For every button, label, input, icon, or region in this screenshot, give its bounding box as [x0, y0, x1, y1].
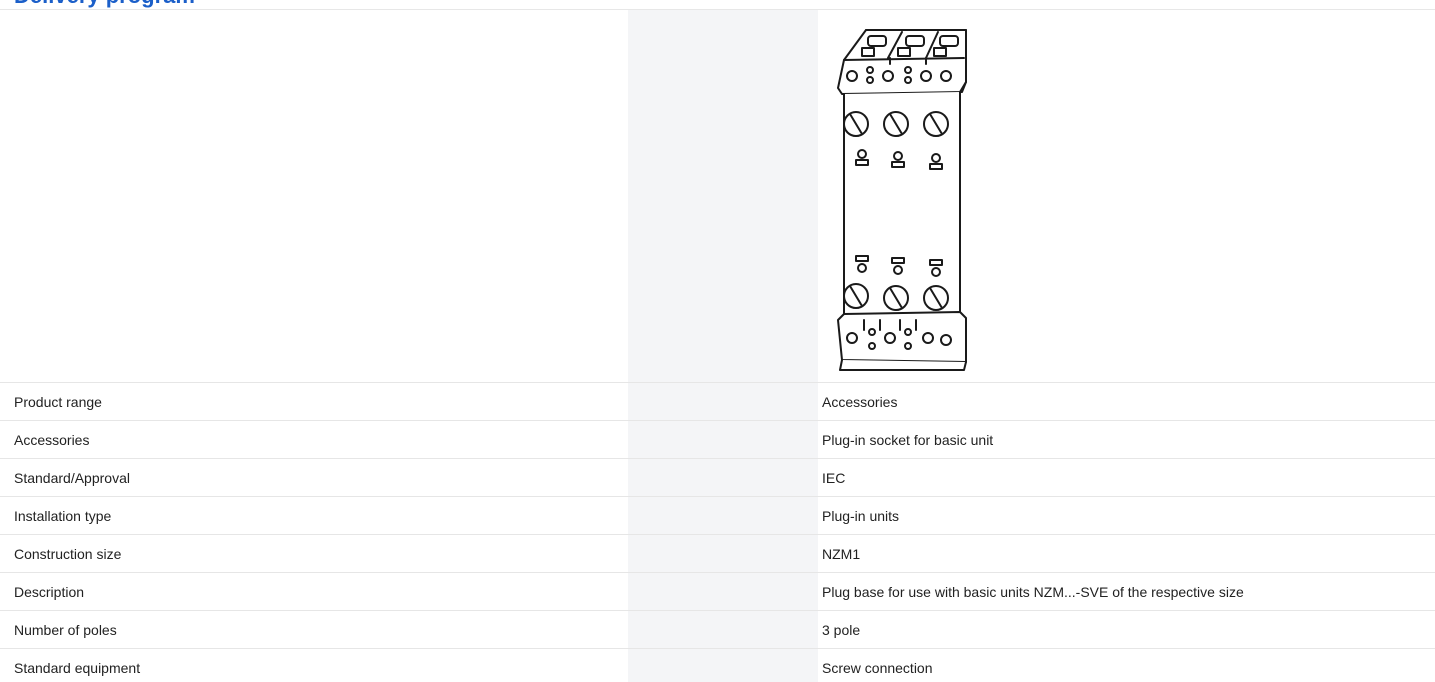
shaded-spacer-cell	[743, 572, 818, 611]
spec-value: NZM1	[818, 534, 1435, 573]
spec-row: Installation type Plug-in units	[0, 496, 1435, 535]
spec-label: Construction size	[0, 534, 628, 573]
spec-value: IEC	[818, 458, 1435, 497]
shaded-spacer-cell	[628, 648, 743, 682]
shaded-spacer-cell	[743, 610, 818, 649]
image-row-label-cell	[0, 10, 628, 383]
shaded-spacer-cell	[628, 572, 743, 611]
product-image-row	[0, 10, 1435, 383]
spec-value: Plug-in socket for basic unit	[818, 420, 1435, 459]
spec-table: Product range Accessories Accessories Pl…	[0, 10, 1435, 682]
spec-row: Description Plug base for use with basic…	[0, 572, 1435, 611]
spec-value: Plug-in units	[818, 496, 1435, 535]
spec-label: Accessories	[0, 420, 628, 459]
shaded-spacer-cell	[628, 610, 743, 649]
spec-value: Plug base for use with basic units NZM..…	[818, 572, 1435, 611]
spec-value: Screw connection	[822, 659, 933, 676]
spec-row: Construction size NZM1	[0, 534, 1435, 573]
shaded-spacer-cell	[743, 648, 818, 682]
spec-value: Accessories	[818, 382, 1435, 421]
shaded-spacer-cell	[743, 420, 818, 459]
product-image	[837, 29, 967, 371]
spec-row: Number of poles 3 pole	[0, 610, 1435, 649]
shaded-spacer-cell	[743, 534, 818, 573]
spec-value: 3 pole	[818, 610, 1435, 649]
shaded-spacer-cell	[743, 10, 818, 383]
shaded-spacer-cell	[743, 496, 818, 535]
section-heading: Delivery program	[14, 0, 195, 8]
shaded-spacer-cell	[628, 420, 743, 459]
spec-label: Description	[0, 572, 628, 611]
spec-label: Product range	[0, 382, 628, 421]
shaded-spacer-cell	[628, 10, 743, 383]
shaded-spacer-cell	[628, 496, 743, 535]
spec-row: Standard/Approval IEC	[0, 458, 1435, 497]
spec-label: Standard equipment	[14, 659, 141, 676]
shaded-spacer-cell	[628, 382, 743, 421]
shaded-spacer-cell	[628, 534, 743, 573]
shaded-spacer-cell	[628, 458, 743, 497]
spec-label: Installation type	[0, 496, 628, 535]
spec-row: Standard equipment Screw connection	[0, 648, 1435, 682]
spec-row: Accessories Plug-in socket for basic uni…	[0, 420, 1435, 459]
spec-label: Standard/Approval	[0, 458, 628, 497]
spec-row: Product range Accessories	[0, 382, 1435, 421]
shaded-spacer-cell	[743, 382, 818, 421]
product-image-cell	[818, 10, 1435, 383]
product-spec-page: Delivery program	[0, 0, 1435, 682]
shaded-spacer-cell	[743, 458, 818, 497]
spec-label: Number of poles	[0, 610, 628, 649]
